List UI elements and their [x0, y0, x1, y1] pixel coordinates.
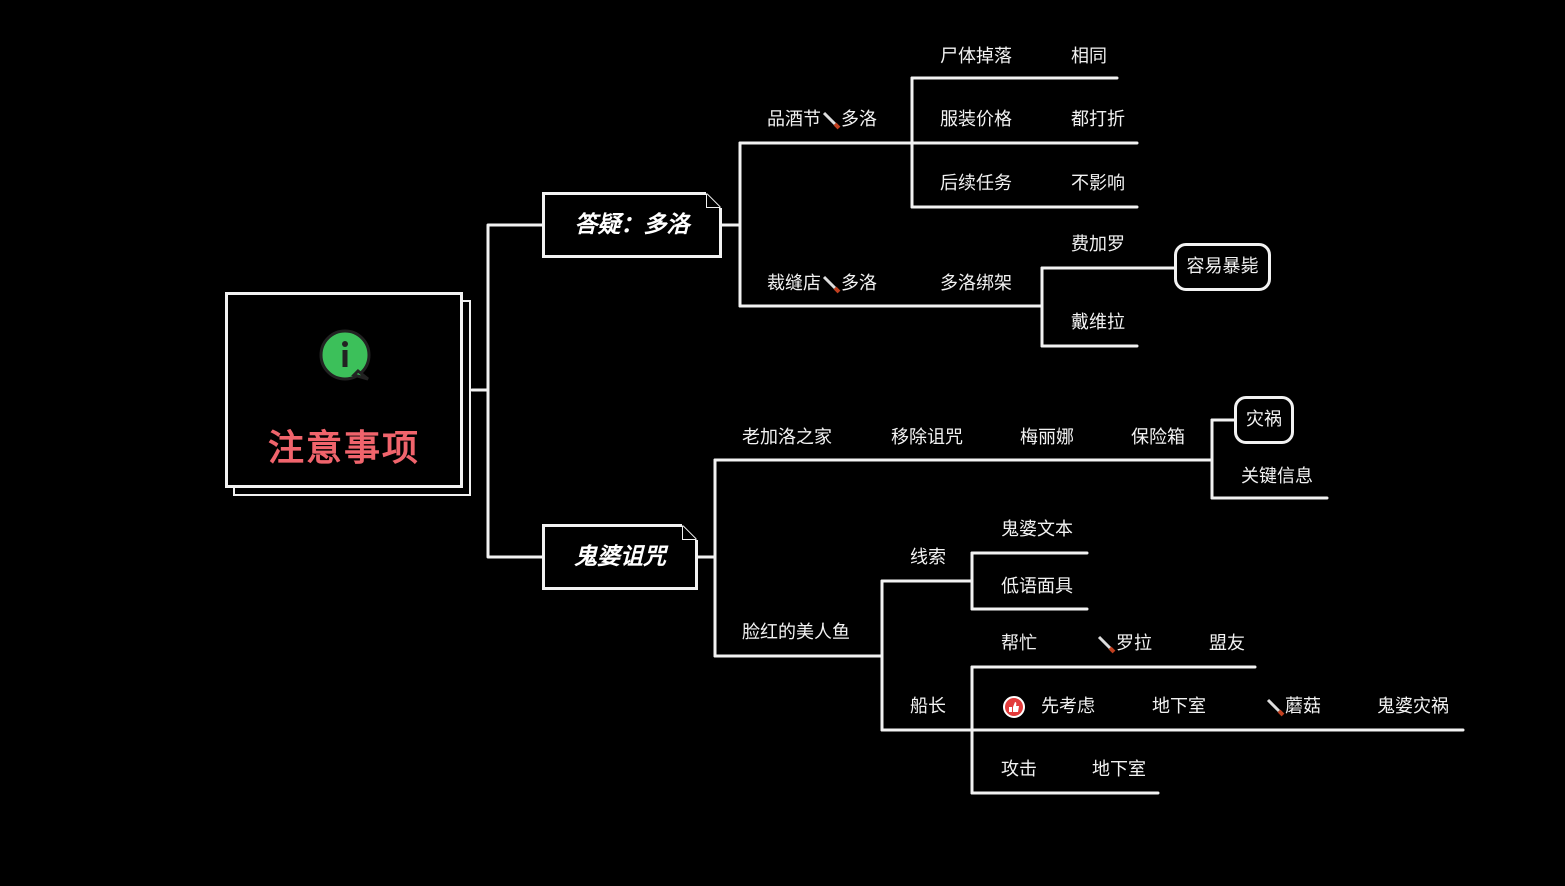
node-remove-curse[interactable]: 移除诅咒 — [891, 427, 963, 449]
node-follow-quest[interactable]: 后续任务 — [940, 173, 1012, 195]
node-body-drop[interactable]: 尸体掉落 — [940, 46, 1012, 68]
node-hag-text[interactable]: 鬼婆文本 — [1001, 519, 1073, 541]
knife-icon — [1097, 635, 1116, 654]
node-sudden-death[interactable]: 容易暴毙 — [1174, 243, 1271, 291]
node-hag-disaster[interactable]: 鬼婆灾祸 — [1377, 696, 1449, 718]
node-figaro[interactable]: 费加罗 — [1071, 234, 1125, 256]
node-melina[interactable]: 梅丽娜 — [1020, 427, 1074, 449]
thumbs-up-icon — [1003, 696, 1025, 718]
node-safe[interactable]: 保险箱 — [1131, 427, 1185, 449]
branch-card-title: 答疑：多洛 — [574, 212, 690, 238]
folded-corner-icon — [682, 524, 698, 540]
node-discount[interactable]: 都打折 — [1071, 109, 1125, 131]
node-basement[interactable]: 地下室 — [1152, 696, 1206, 718]
folded-corner-icon — [706, 192, 722, 208]
node-no-effect[interactable]: 不影响 — [1071, 173, 1125, 195]
branch-card-hag-curse[interactable]: 鬼婆诅咒 — [542, 524, 698, 590]
node-help[interactable]: 帮忙 — [1001, 633, 1037, 655]
node-old-garro-home[interactable]: 老加洛之家 — [742, 427, 832, 449]
root-title: 注意事项 — [267, 428, 420, 469]
branch-card-title: 鬼婆诅咒 — [574, 544, 666, 570]
node-label: 罗拉 — [1116, 633, 1152, 654]
node-ally[interactable]: 盟友 — [1209, 633, 1245, 655]
node-consider-first[interactable]: 先考虑 — [1041, 696, 1095, 718]
knife-icon — [822, 111, 841, 130]
node-label: 品酒节 — [767, 109, 821, 130]
node-lora[interactable]: 罗拉 — [1096, 633, 1152, 655]
node-clues[interactable]: 线索 — [910, 547, 946, 569]
knife-icon — [822, 275, 841, 294]
root-card[interactable]: 注意事项 — [225, 292, 463, 488]
node-suffix: 多洛 — [841, 273, 877, 294]
node-label: 裁缝店 — [767, 273, 821, 294]
node-kidnap[interactable]: 多洛绑架 — [940, 273, 1012, 295]
node-tailor[interactable]: 裁缝店 多洛 — [767, 273, 877, 295]
node-attack-basement[interactable]: 地下室 — [1092, 759, 1146, 781]
node-davila[interactable]: 戴维拉 — [1071, 312, 1125, 334]
branch-card-duoluo[interactable]: 答疑：多洛 — [542, 192, 722, 258]
node-blushing-mermaid[interactable]: 脸红的美人鱼 — [742, 622, 850, 644]
node-same[interactable]: 相同 — [1071, 46, 1107, 68]
info-bubble-icon — [319, 329, 371, 381]
node-label: 蘑菇 — [1285, 696, 1321, 717]
mind-map: 注意事项 答疑：多洛 品酒节 多洛 尸体掉落 相同 服装价格 都打折 后续任务 不… — [0, 0, 1565, 886]
node-outfit-price[interactable]: 服装价格 — [940, 109, 1012, 131]
node-key-info[interactable]: 关键信息 — [1241, 466, 1313, 488]
node-whisper-mask[interactable]: 低语面具 — [1001, 576, 1073, 598]
thumb-glyph — [1009, 702, 1019, 712]
node-disaster[interactable]: 灾祸 — [1234, 396, 1294, 444]
node-wine-festival[interactable]: 品酒节 多洛 — [767, 109, 877, 131]
knife-icon — [1266, 698, 1285, 717]
node-attack[interactable]: 攻击 — [1001, 759, 1037, 781]
node-captain[interactable]: 船长 — [910, 696, 946, 718]
node-suffix: 多洛 — [841, 109, 877, 130]
node-mushroom[interactable]: 蘑菇 — [1265, 696, 1321, 718]
